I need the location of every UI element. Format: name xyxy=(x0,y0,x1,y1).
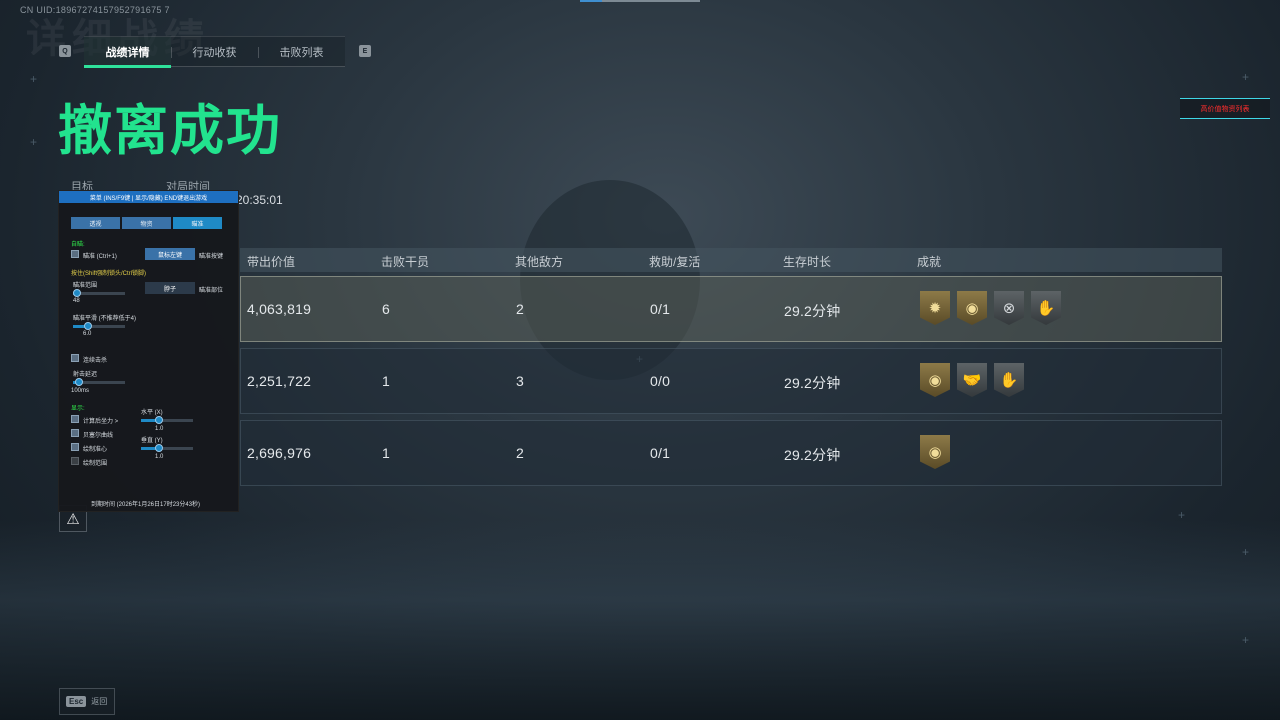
extracted-value: 2,696,976 xyxy=(247,445,312,461)
range-value: 48 xyxy=(73,298,80,304)
sunburst-badge-icon[interactable]: ✹ xyxy=(920,291,950,325)
target-badge-icon[interactable]: ⊗ xyxy=(994,291,1024,325)
fov-label: 绘制范围 xyxy=(83,461,108,467)
user-uid: CN UID:18967274157952791675 7 xyxy=(20,5,170,15)
other-enemies: 3 xyxy=(516,373,524,389)
range-label: 瞄准范围 xyxy=(73,283,98,289)
extracted-value: 2,251,722 xyxy=(247,373,312,389)
menu-tab-items[interactable]: 物资 xyxy=(122,217,171,229)
high-value-list-button[interactable]: 高价值物资列表 xyxy=(1180,98,1270,119)
smooth-value: 6.0 xyxy=(83,331,92,337)
compensation-checkbox[interactable] xyxy=(71,415,79,423)
aim-key-button[interactable]: 鼠标左键 xyxy=(145,248,195,260)
hand-badge-icon[interactable]: ✋ xyxy=(994,363,1024,397)
crosshair-mark: + xyxy=(30,72,38,86)
tab-kill-list[interactable]: 击败列表 xyxy=(258,37,345,66)
hand-badge-icon[interactable]: ✋ xyxy=(1031,291,1061,325)
extracted-value: 4,063,819 xyxy=(247,301,312,317)
bezier-checkbox[interactable] xyxy=(71,429,79,437)
assist-revive: 0/1 xyxy=(650,301,671,317)
column-header: 其他敌方 xyxy=(515,255,564,269)
hold-hint: 按住(Shift强制锁头/Ctrl锁脚) xyxy=(71,271,147,277)
vertical-label: 垂直 (Y) xyxy=(141,438,163,444)
delay-label: 射击延迟 xyxy=(73,372,98,378)
table-header: 带出价值 击败干员 其他敌方 救助/复活 生存时长 成就 xyxy=(240,248,1222,272)
operator-kills: 1 xyxy=(382,373,390,389)
vertical-slider[interactable] xyxy=(141,444,193,452)
burst-checkbox[interactable] xyxy=(71,354,79,362)
overlay-menu: 菜单 (INS/F9键 | 显示/隐藏) END键退出游戏 透视 物资 瞄准 自… xyxy=(58,190,239,512)
survival-time: 29.2分钟 xyxy=(784,375,841,391)
assist-revive: 0/0 xyxy=(650,373,671,389)
smooth-label: 瞄准平滑 (不推荐低于4) xyxy=(73,316,137,322)
operator-kills: 1 xyxy=(382,445,390,461)
range-slider[interactable] xyxy=(73,289,125,297)
key-hint-e: E xyxy=(359,45,371,57)
column-header: 救助/复活 xyxy=(649,255,701,269)
esc-key: Esc xyxy=(66,696,87,707)
column-header: 带出价值 xyxy=(247,255,296,269)
aim-bone-label: 瞄准部位 xyxy=(199,288,224,294)
table-row[interactable]: 4,063,819 6 2 0/1 29.2分钟 ✹ ◉ ⊗ ✋ xyxy=(240,276,1222,342)
achievement-badges: ◉ 🤝 ✋ xyxy=(920,363,1024,397)
aim-key-label: 瞄准按键 xyxy=(199,254,224,260)
menu-tab-aim[interactable]: 瞄准 xyxy=(173,217,222,229)
aim-checkbox[interactable] xyxy=(71,250,79,258)
achievement-badges: ◉ xyxy=(920,435,950,469)
horizontal-slider[interactable] xyxy=(141,416,193,424)
survival-time: 29.2分钟 xyxy=(784,447,841,463)
horizontal-label: 水平 (X) xyxy=(141,410,163,416)
tab-action-rewards[interactable]: 行动收获 xyxy=(171,37,258,66)
back-label: 返回 xyxy=(91,697,108,706)
survival-time: 29.2分钟 xyxy=(784,303,841,319)
crosshair-mark: + xyxy=(1242,70,1250,84)
page-title: 撤离成功 xyxy=(58,101,282,161)
column-header: 成就 xyxy=(917,255,942,269)
achievement-badges: ✹ ◉ ⊗ ✋ xyxy=(920,291,1061,325)
delay-value: 100ms xyxy=(71,388,90,394)
smooth-slider[interactable] xyxy=(73,322,125,330)
back-button[interactable]: Esc 返回 xyxy=(59,688,115,715)
tab-battle-details[interactable]: 战绩详情 xyxy=(84,37,171,68)
crosshair-mark: + xyxy=(1242,633,1250,647)
compensation-label: 计算后坐力 > xyxy=(83,419,119,425)
other-enemies: 2 xyxy=(516,445,524,461)
column-header: 击败干员 xyxy=(381,255,430,269)
expiry-text: 到期时间 (2026年1月26日17时23分43秒) xyxy=(91,502,201,508)
crosshair-mark: + xyxy=(1178,508,1186,522)
fov-checkbox[interactable] xyxy=(71,457,79,465)
key-hint-q: Q xyxy=(59,45,71,57)
menu-tabs: 透视 物资 瞄准 xyxy=(71,217,222,229)
coin-badge-icon[interactable]: ◉ xyxy=(920,363,950,397)
table-row[interactable]: 2,251,722 1 3 0/0 29.2分钟 ◉ 🤝 ✋ xyxy=(240,348,1222,414)
operator-kills: 6 xyxy=(382,301,390,317)
horizontal-value: 1.0 xyxy=(155,426,164,432)
vertical-value: 1.0 xyxy=(155,454,164,460)
assist-revive: 0/1 xyxy=(650,445,671,461)
crosshair-mark: + xyxy=(30,135,38,149)
menu-tab-esp[interactable]: 透视 xyxy=(71,217,120,229)
delay-slider[interactable] xyxy=(73,378,125,386)
burst-label: 连续击杀 xyxy=(83,358,108,364)
coin-badge-icon[interactable]: ◉ xyxy=(920,435,950,469)
crosshair-checkbox[interactable] xyxy=(71,443,79,451)
aim-section-label: 自瞄: xyxy=(71,242,85,248)
crosshair-label: 绘制准心 xyxy=(83,447,108,453)
bezier-label: 贝塞尔曲线 xyxy=(83,433,114,439)
coin-badge-icon[interactable]: ◉ xyxy=(957,291,987,325)
display-section-label: 显示: xyxy=(71,406,85,412)
aim-bone-button[interactable]: 脖子 xyxy=(145,282,195,294)
handshake-badge-icon[interactable]: 🤝 xyxy=(957,363,987,397)
table-row[interactable]: 2,696,976 1 2 0/1 29.2分钟 ◉ xyxy=(240,420,1222,486)
tab-bar: 战绩详情 行动收获 击败列表 xyxy=(84,36,345,68)
other-enemies: 2 xyxy=(516,301,524,317)
match-time-value: 20:35:01 xyxy=(236,193,283,207)
top-progress-bar xyxy=(580,0,700,2)
column-header: 生存时长 xyxy=(783,255,832,269)
menu-title: 菜单 (INS/F9键 | 显示/隐藏) END键退出游戏 xyxy=(59,191,238,203)
crosshair-mark: + xyxy=(1242,545,1250,559)
aim-toggle-label: 瞄准 (Ctrl+1) xyxy=(83,254,117,260)
background-haze xyxy=(0,520,1280,720)
